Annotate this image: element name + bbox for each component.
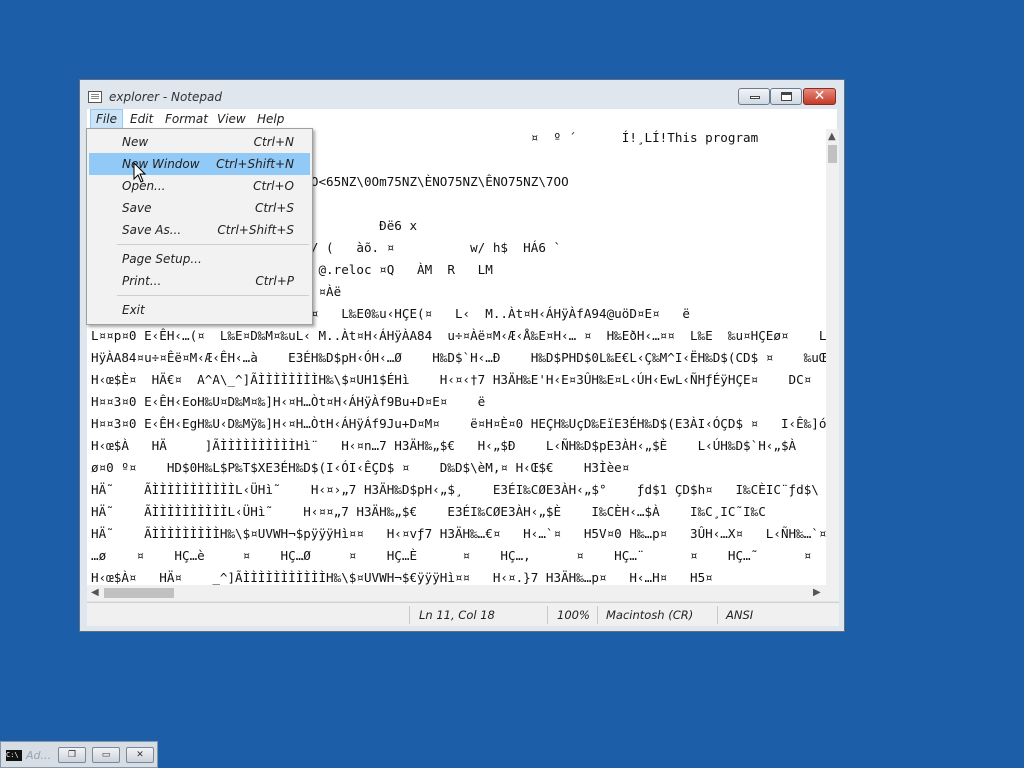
- taskbar-minimized-window[interactable]: C:\ Ad... ❐ ▭ ✕: [0, 741, 158, 768]
- window-title: explorer - Notepad: [109, 90, 222, 104]
- text-line: HÿÀA84¤u÷¤Êë¤M‹Æ‹ÊH‹…à E3ÉH‰D$pH‹ÓH‹…Ø H…: [91, 350, 826, 365]
- text-line: L¤¤p¤0 E‹ÊH‹…(¤ L‰E¤D‰M¤‰uL‹ M..Àt¤H‹ÁHÿ…: [91, 328, 826, 343]
- taskbar-restore-button[interactable]: ❐: [58, 747, 86, 763]
- maximize-button[interactable]: [770, 88, 802, 105]
- horizontal-scroll-thumb[interactable]: [104, 588, 174, 598]
- menu-separator: [117, 295, 309, 296]
- menu-item-print[interactable]: Print... Ctrl+P: [89, 270, 310, 292]
- scroll-corner: [826, 585, 839, 601]
- status-divider: [547, 606, 548, 624]
- cursor-position: Ln 11, Col 18: [419, 608, 495, 622]
- minimize-icon: [750, 96, 760, 99]
- text-line: H¤¤3¤0 E‹ÊH‹EgH‰U‹D‰Mÿ‰]H‹¤H…ÒtH‹ÁHÿÁf9J…: [91, 416, 826, 431]
- text-line: H‹œ$È¤ HÄ€¤ A^A\_^]ÃÌÌÌÌÌÌÌÌH‰\$¤UH1$ÉHì…: [91, 372, 812, 387]
- status-divider: [597, 606, 598, 624]
- close-icon: ✕: [813, 88, 826, 104]
- encoding: ANSI: [726, 608, 754, 622]
- text-line: H‹œ$À HÄ ]ÃÌÌÌÌÌÌÌÌÌÌHì¨ H‹¤n…7 H3ÄH‰„$€…: [91, 438, 797, 453]
- menu-item-label: Print...: [122, 274, 162, 288]
- status-divider: [409, 606, 410, 624]
- maximize-icon: [781, 92, 792, 101]
- text-line: H¤¤3¤0 E‹ÊH‹EoH‰U¤D‰M¤‰]H‹¤H…Òt¤H‹ÁHÿÀf9…: [91, 394, 486, 409]
- menu-item-new[interactable]: New Ctrl+N: [89, 131, 310, 153]
- minimize-button[interactable]: [738, 88, 770, 105]
- text-line: HÄ˜ ÃÌÌÌÌÌÌÌÌÌÌL‹ÜHì˜ H‹¤¤„7 H3ÄH‰„$€ E3…: [91, 504, 766, 519]
- menu-item-label: Exit: [122, 303, 145, 317]
- menu-file[interactable]: File: [90, 109, 123, 129]
- menu-item-shortcut: Ctrl+Shift+N: [216, 157, 294, 171]
- menu-item-label: Save As...: [122, 223, 182, 237]
- text-line: HÄ˜ ÃÌÌÌÌÌÌÌÌÌÌÌL‹ÜHì˜ H‹¤›„7 H3ÄH‰D$pH‹…: [91, 482, 819, 497]
- text-line: HÄ˜ ÃÌÌÌÌÌÌÌÌÌH‰\$¤UVWH¬$pÿÿÿHì¤¤ H‹¤vƒ7…: [91, 526, 826, 541]
- menu-item-shortcut: Ctrl+Shift+S: [217, 223, 294, 237]
- scroll-left-icon[interactable]: ◀: [91, 587, 99, 598]
- command-prompt-icon: C:\: [6, 750, 22, 761]
- menu-item-label: Page Setup...: [122, 252, 202, 266]
- menu-item-save[interactable]: Save Ctrl+S: [89, 197, 310, 219]
- menu-item-shortcut: Ctrl+S: [254, 201, 294, 215]
- menu-item-new-window[interactable]: New Window Ctrl+Shift+N: [89, 153, 310, 175]
- status-divider: [717, 606, 718, 624]
- menu-item-shortcut: Ctrl+N: [253, 135, 294, 149]
- menu-help[interactable]: Help: [252, 109, 289, 129]
- mouse-cursor-icon: [133, 162, 147, 183]
- title-bar[interactable]: explorer - Notepad ✕: [80, 80, 844, 110]
- scroll-up-icon[interactable]: ▲: [828, 131, 836, 142]
- taskbar-maximize-button[interactable]: ▭: [92, 747, 120, 763]
- vertical-scroll-thumb[interactable]: [828, 145, 837, 163]
- menu-item-open[interactable]: Open... Ctrl+O: [89, 175, 310, 197]
- file-menu-dropdown: New Ctrl+N New Window Ctrl+Shift+N Open.…: [86, 128, 313, 325]
- taskbar-label: Ad...: [26, 749, 51, 762]
- close-button[interactable]: ✕: [803, 88, 836, 105]
- menu-edit[interactable]: Edit: [125, 109, 158, 129]
- line-ending: Macintosh (CR): [606, 608, 694, 622]
- taskbar-close-button[interactable]: ✕: [126, 747, 154, 763]
- text-line: H‹œ$À¤ HÄ¤ _^]ÃÌÌÌÌÌÌÌÌÌÌÌH‰\$¤UVWH¬$€ÿÿ…: [91, 570, 713, 585]
- vertical-scrollbar[interactable]: ▲: [826, 129, 839, 585]
- menu-item-shortcut: Ctrl+O: [253, 179, 294, 193]
- text-line: ø¤0 º¤ HD$0H‰L$P‰T$XE3ÉH‰D$(I‹ÓI‹ÊÇD$ ¤ …: [91, 460, 630, 475]
- menu-item-label: New: [122, 135, 149, 149]
- menu-separator: [117, 244, 309, 245]
- menu-format[interactable]: Format: [160, 109, 213, 129]
- menu-item-label: Save: [122, 201, 152, 215]
- zoom-level: 100%: [557, 608, 590, 622]
- menu-item-save-as[interactable]: Save As... Ctrl+Shift+S: [89, 219, 310, 241]
- status-bar: Ln 11, Col 18 100% Macintosh (CR) ANSI: [87, 602, 839, 626]
- menu-bar: File Edit Format View Help: [87, 109, 837, 129]
- menu-item-shortcut: Ctrl+P: [255, 274, 294, 288]
- text-line: …ø ¤ HÇ…è ¤ HÇ…Ø ¤ HÇ…È ¤ HÇ…, ¤ HÇ…¨ ¤ …: [91, 548, 812, 563]
- menu-item-page-setup[interactable]: Page Setup...: [89, 248, 310, 270]
- notepad-icon[interactable]: [88, 91, 102, 103]
- menu-item-exit[interactable]: Exit: [89, 299, 310, 321]
- menu-view[interactable]: View: [212, 109, 251, 129]
- horizontal-scrollbar[interactable]: ◀ ▶: [87, 585, 826, 601]
- scroll-right-icon[interactable]: ▶: [813, 587, 821, 598]
